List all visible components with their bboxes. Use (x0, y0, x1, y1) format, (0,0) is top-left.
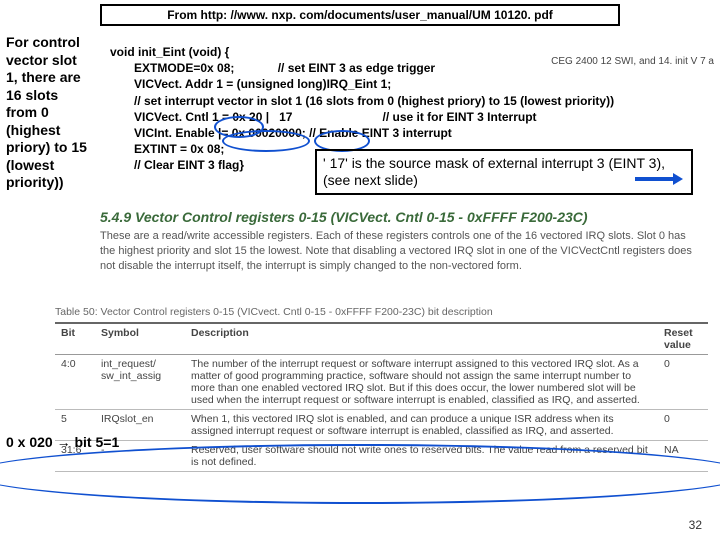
note-17-text: ' 17' is the source mask of external int… (323, 155, 665, 188)
table-header-row: Bit Symbol Description Reset value (55, 323, 708, 355)
bit5-annotation: 0 x 020 → bit 5=1 (6, 434, 119, 450)
code-line: VICVect. Addr 1 = (unsigned long)IRQ_Ein… (134, 76, 614, 92)
code-line: VICVect. Cntl 1 = 0x 20 | 17 // use it f… (134, 109, 614, 125)
source-url-bar: From http: //www. nxp. com/documents/use… (100, 4, 620, 26)
table-cell: int_request/ sw_int_assig (95, 355, 185, 410)
table-row: 4:0 int_request/ sw_int_assig The number… (55, 355, 708, 410)
table-header: Reset value (658, 323, 708, 355)
arrow-right-icon (635, 171, 683, 187)
slide-number: 32 (689, 518, 702, 532)
table-50: Table 50: Vector Control registers 0-15 … (55, 306, 708, 472)
code-text: VICVect. Cntl 1 = 0x 20 | (134, 110, 269, 124)
table-header: Symbol (95, 323, 185, 355)
code-text: EXTMODE=0x 08; (134, 61, 234, 75)
table-cell: NA (658, 441, 708, 472)
note-17-callout: ' 17' is the source mask of external int… (315, 149, 693, 195)
table-header: Bit (55, 323, 95, 355)
table-header: Description (185, 323, 658, 355)
code-comment: // set EINT 3 as edge trigger (278, 61, 435, 75)
code-text: 17 (279, 110, 292, 124)
code-line: // set interrupt vector in slot 1 (16 sl… (134, 93, 614, 109)
table-cell: 0 (658, 410, 708, 441)
table-row: 5 IRQslot_en When 1, this vectored IRQ s… (55, 410, 708, 441)
section-body: These are a read/write accessible regist… (100, 229, 704, 274)
table-cell: Reserved, user software should not write… (185, 441, 658, 472)
code-line: VICInt. Enable |= 0x 00020000; // Enable… (134, 125, 614, 141)
table-cell: 4:0 (55, 355, 95, 410)
register-table: Bit Symbol Description Reset value 4:0 i… (55, 322, 708, 472)
left-side-note: For control vector slot 1, there are 16 … (6, 34, 91, 192)
table-cell: When 1, this vectored IRQ slot is enable… (185, 410, 658, 441)
table-row: 31:6 - Reserved, user software should no… (55, 441, 708, 472)
code-comment: // use it for EINT 3 Interrupt (383, 110, 537, 124)
table-cell: The number of the interrupt request or s… (185, 355, 658, 410)
code-line: EXTMODE=0x 08; // set EINT 3 as edge tri… (134, 60, 614, 76)
table-caption: Table 50: Vector Control registers 0-15 … (55, 306, 708, 318)
table-cell: 0 (658, 355, 708, 410)
section-heading: 5.4.9 Vector Control registers 0-15 (VIC… (100, 209, 588, 225)
code-line: void init_Eint (void) { (110, 44, 614, 60)
